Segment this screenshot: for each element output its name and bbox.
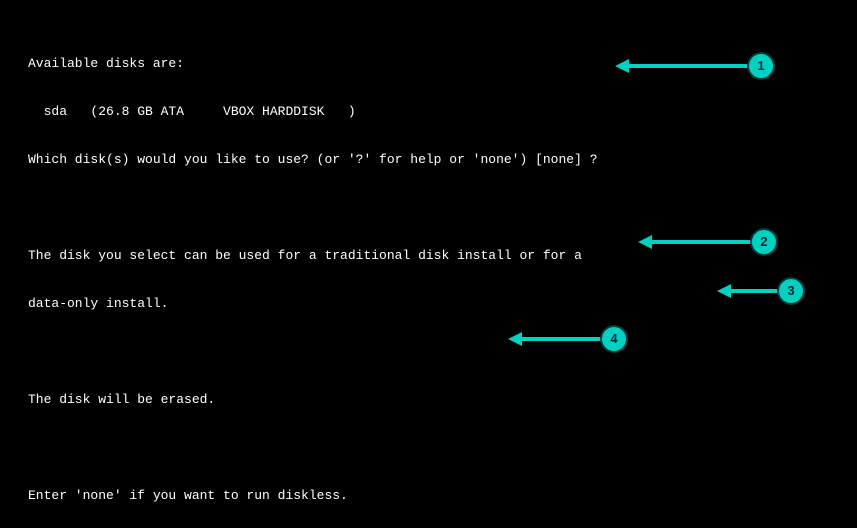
blank-line (28, 344, 829, 360)
blank-line (28, 200, 829, 216)
text-line: sda (26.8 GB ATA VBOX HARDDISK ) (28, 104, 829, 120)
text-line: The disk you select can be used for a tr… (28, 248, 829, 264)
text-line: Available disks are: (28, 56, 829, 72)
text-line: Enter 'none' if you want to run diskless… (28, 488, 829, 504)
text-line: The disk will be erased. (28, 392, 829, 408)
prompt-line: Which disk(s) would you like to use? (or… (28, 152, 829, 168)
text-line: data-only install. (28, 296, 829, 312)
blank-line (28, 440, 829, 456)
terminal-output[interactable]: Available disks are: sda (26.8 GB ATA VB… (0, 0, 857, 528)
